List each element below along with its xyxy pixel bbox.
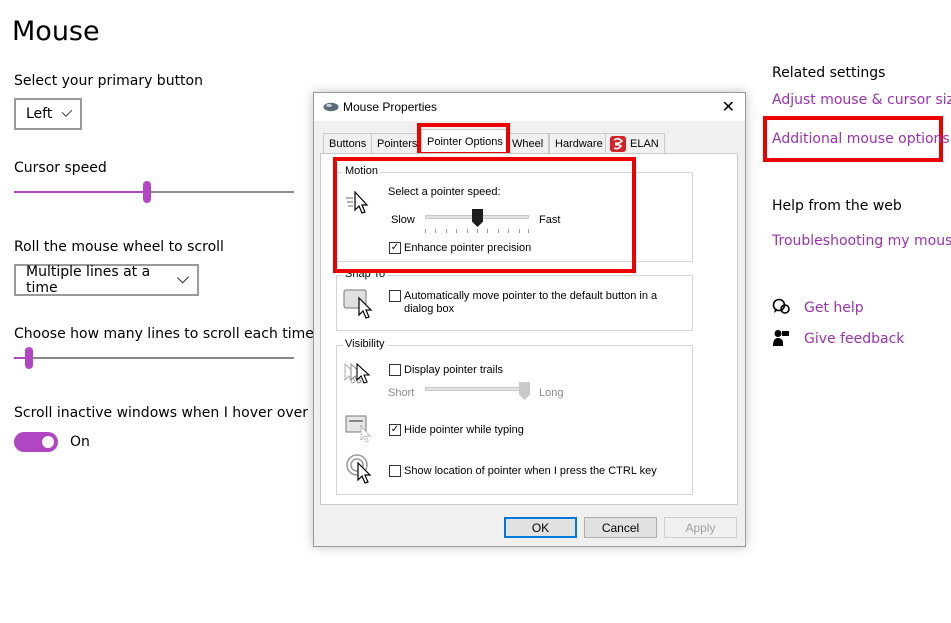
tab-hardware[interactable]: Hardware: [549, 133, 609, 153]
toggle-knob: [42, 436, 54, 448]
mouse-properties-dialog: Mouse Properties ✕ Buttons Pointers Poin…: [313, 92, 746, 547]
ctrl-label: Show location of pointer when I press th…: [404, 465, 657, 477]
highlight-pointer-options-tab: [417, 123, 510, 156]
inactive-toggle[interactable]: [14, 432, 58, 452]
additional-mouse-options-link[interactable]: Additional mouse options: [772, 131, 950, 147]
give-feedback-link[interactable]: Give feedback: [804, 331, 904, 347]
chevron-down-icon: [61, 106, 73, 117]
lines-thumb[interactable]: [25, 347, 33, 369]
cursor-speed-thumb[interactable]: [143, 181, 151, 203]
ctrl-checkbox[interactable]: [389, 465, 401, 477]
hide-pointer-icon: [345, 415, 372, 443]
tab-buttons[interactable]: Buttons: [323, 133, 373, 153]
snap-label-line2: dialog box: [404, 303, 455, 315]
tab-pointers[interactable]: Pointers: [371, 133, 424, 153]
tab-elan[interactable]: ELAN: [605, 133, 665, 153]
cancel-button[interactable]: Cancel: [584, 517, 657, 538]
lines-label: Choose how many lines to scroll each tim…: [14, 326, 314, 342]
cursor-speed-label: Cursor speed: [14, 160, 107, 176]
apply-button[interactable]: Apply: [664, 517, 737, 538]
chevron-down-icon: [176, 271, 190, 284]
inactive-state: On: [70, 434, 90, 450]
visibility-title: Visibility: [343, 338, 387, 350]
mouse-icon: [323, 102, 339, 112]
tab-wheel[interactable]: Wheel: [506, 133, 550, 153]
dialog-title: Mouse Properties: [343, 100, 438, 114]
related-heading: Related settings: [772, 65, 886, 81]
trails-long-label: Long: [539, 387, 564, 399]
trails-label: Display pointer trails: [404, 364, 504, 376]
snap-label-line1: Automatically move pointer to the defaul…: [404, 290, 658, 302]
primary-button-label: Select your primary button: [14, 73, 203, 89]
primary-button-dropdown[interactable]: Left: [14, 98, 82, 130]
cursor-speed-slider[interactable]: [14, 181, 294, 203]
close-icon[interactable]: ✕: [722, 97, 735, 117]
lines-slider[interactable]: [14, 347, 294, 369]
elan-logo-icon: [610, 136, 626, 152]
scroll-dropdown[interactable]: Multiple lines at a time: [14, 264, 199, 296]
snap-group: [336, 275, 693, 331]
ctrl-locate-icon: [346, 454, 372, 484]
feedback-icon: [773, 330, 789, 346]
trails-checkbox[interactable]: [389, 364, 401, 376]
primary-button-value: Left: [26, 106, 53, 122]
highlight-motion-group: [333, 157, 636, 273]
help-heading: Help from the web: [772, 198, 902, 214]
hide-pointer-checkbox[interactable]: ✓: [389, 424, 401, 436]
scroll-label: Roll the mouse wheel to scroll: [14, 239, 224, 255]
dialog-titlebar: Mouse Properties ✕: [314, 93, 745, 121]
hide-pointer-label: Hide pointer while typing: [404, 424, 524, 436]
trails-short-label: Short: [388, 387, 415, 399]
ok-button[interactable]: OK: [504, 517, 577, 538]
scroll-value: Multiple lines at a time: [26, 264, 151, 296]
trails-track: [425, 387, 529, 391]
troubleshooting-link[interactable]: Troubleshooting my mouse: [772, 233, 951, 249]
tab-elan-label: ELAN: [630, 137, 659, 150]
cursor-speed-fill: [14, 191, 147, 193]
snap-checkbox[interactable]: [389, 290, 401, 302]
inactive-label: Scroll inactive windows when I hover ove…: [14, 405, 350, 421]
page-title: Mouse: [12, 16, 100, 47]
adjust-cursor-link[interactable]: Adjust mouse & cursor size: [772, 92, 951, 108]
pointer-trails-icon: [344, 362, 371, 384]
snap-to-icon: [343, 289, 373, 319]
chat-help-icon: [772, 298, 790, 314]
get-help-link[interactable]: Get help: [804, 300, 864, 316]
